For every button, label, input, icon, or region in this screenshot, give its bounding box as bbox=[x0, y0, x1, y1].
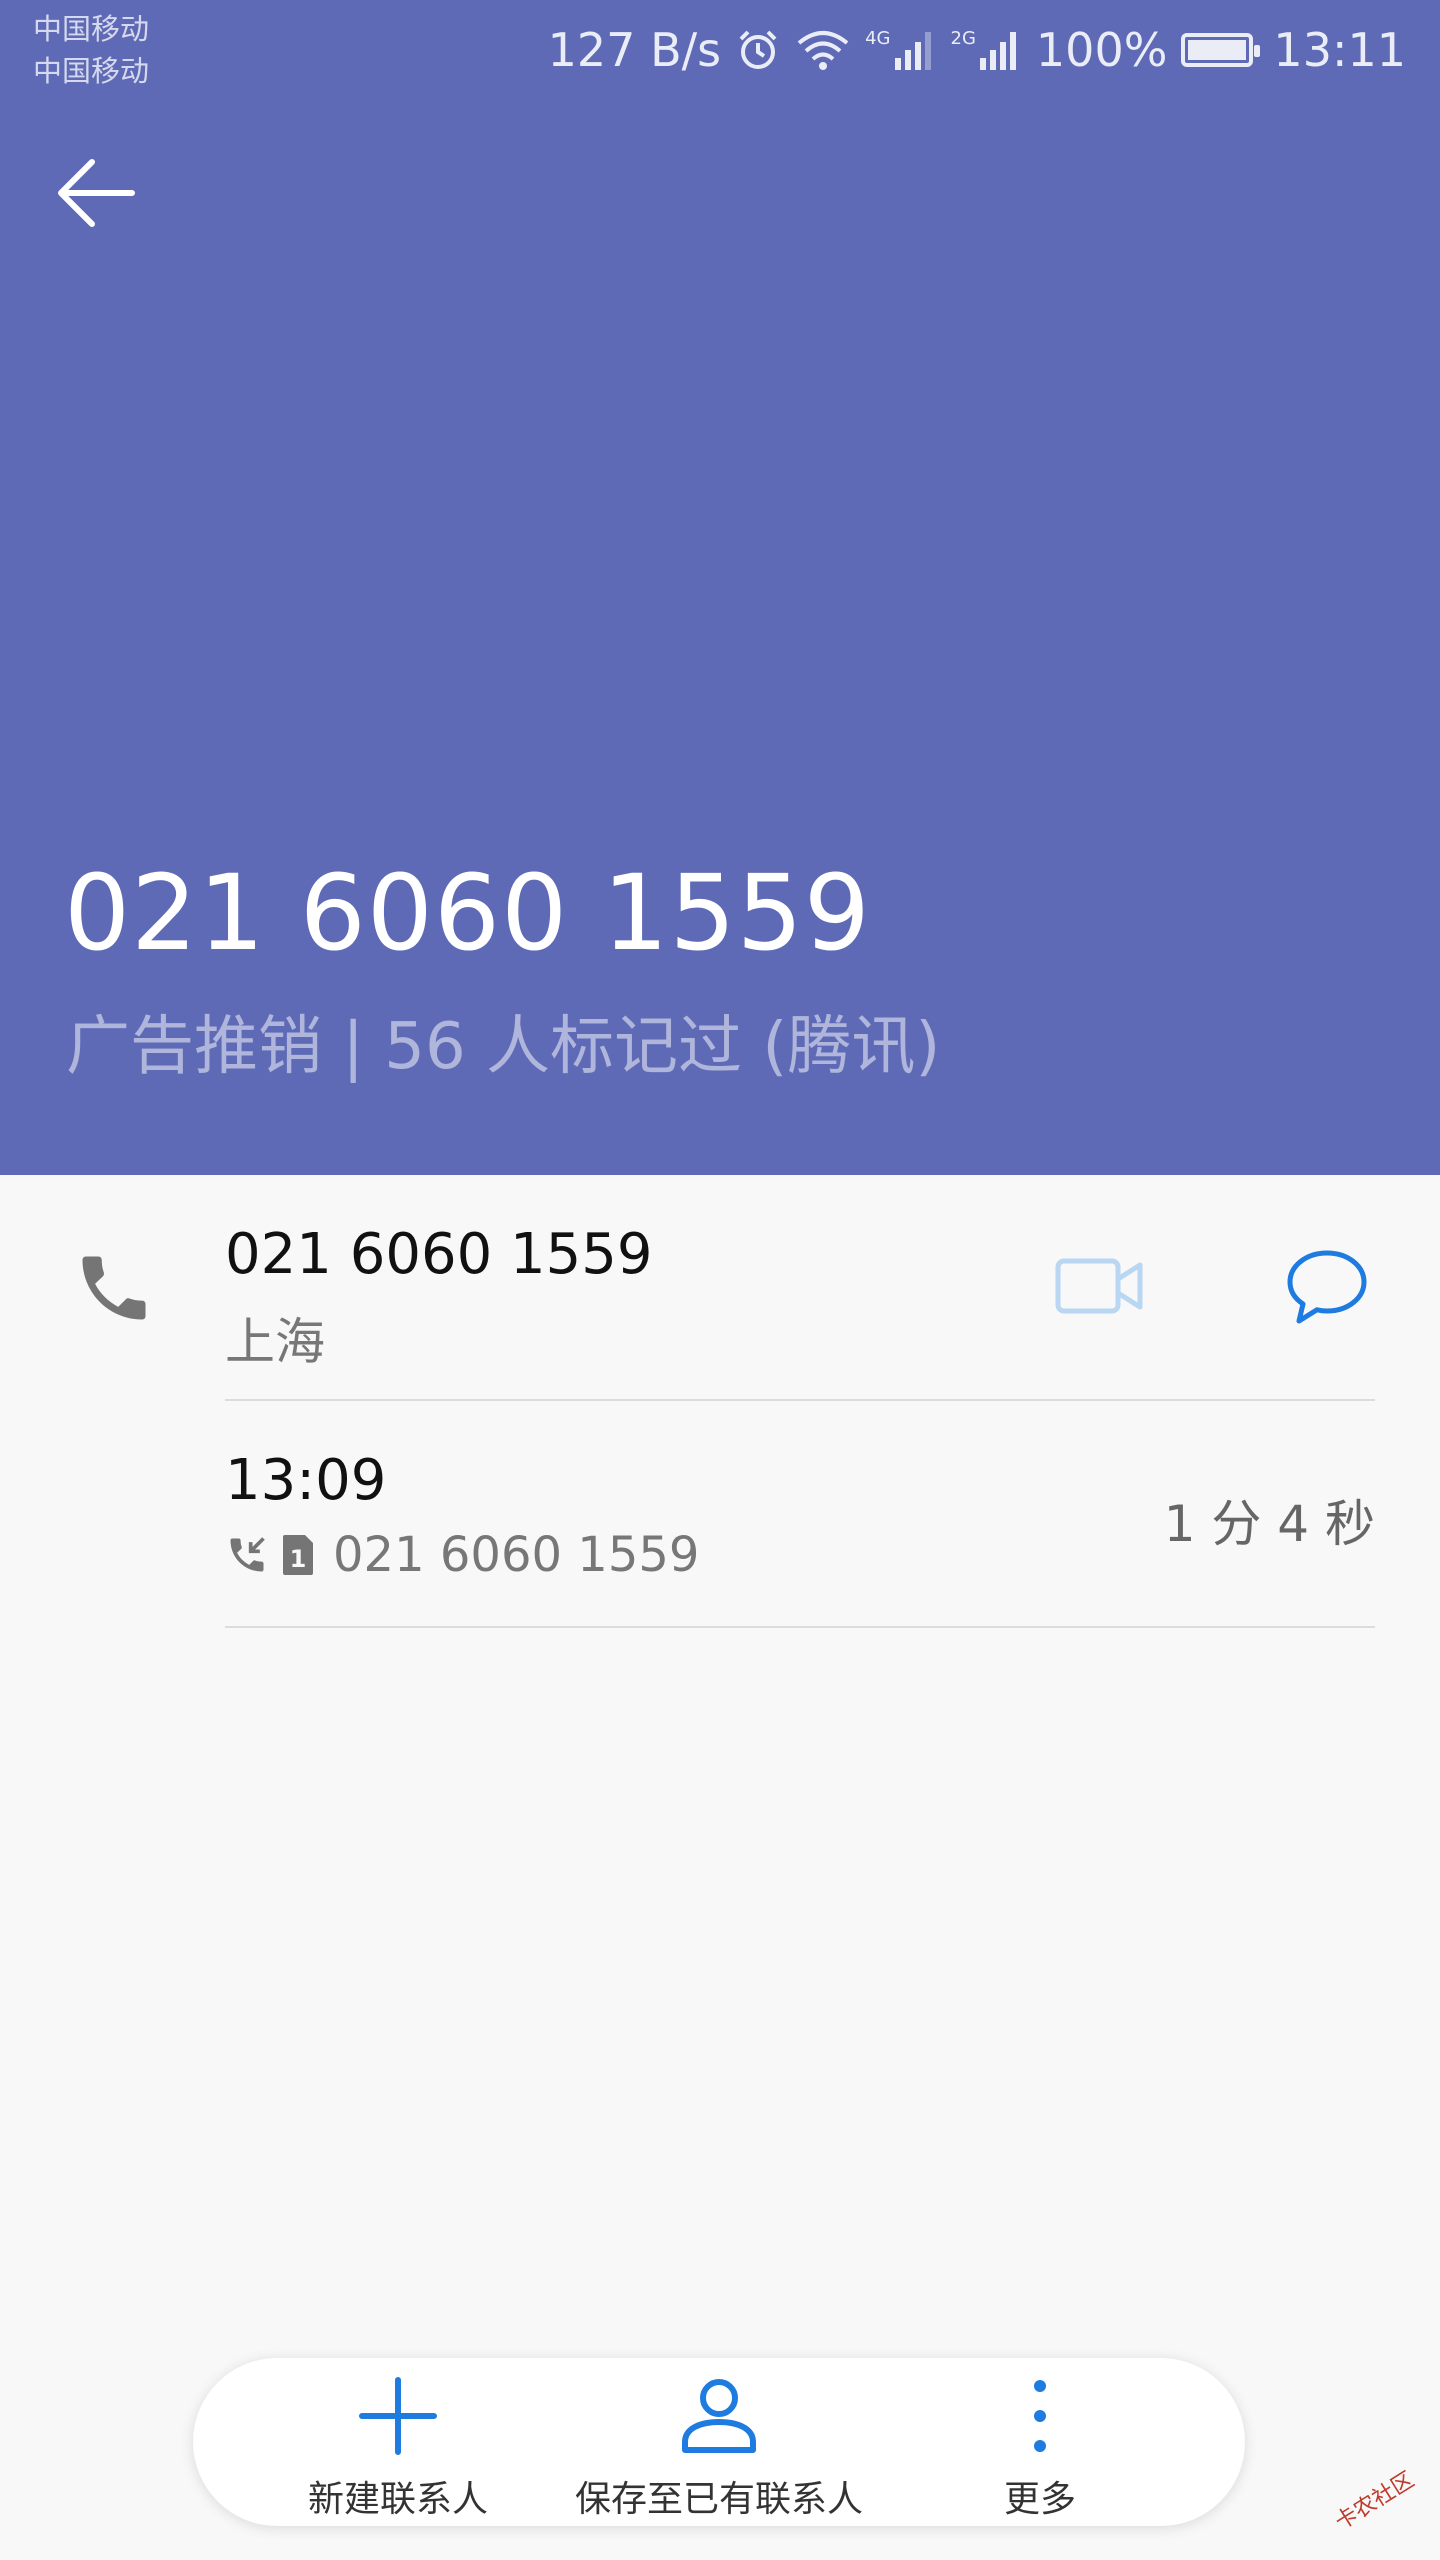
chat-bubble-icon bbox=[1287, 1250, 1367, 1324]
signal-icon bbox=[894, 32, 931, 70]
caller-number-title: 021 6060 1559 bbox=[64, 852, 871, 974]
more-label: 更多 bbox=[1003, 2479, 1076, 2520]
carrier-names: 中国移动 中国移动 bbox=[33, 8, 149, 92]
battery-icon bbox=[1181, 33, 1261, 67]
sim1-signal: 4G bbox=[865, 28, 936, 72]
call-log-time: 13:09 bbox=[225, 1448, 387, 1513]
wifi-icon bbox=[797, 31, 849, 70]
sim2-signal: 2G bbox=[951, 28, 1022, 72]
person-icon bbox=[682, 2379, 756, 2453]
battery-percent: 100% bbox=[1035, 23, 1168, 77]
clock: 13:11 bbox=[1273, 23, 1406, 77]
call-log-detail: 1 021 6060 1559 bbox=[225, 1524, 699, 1586]
carrier-1: 中国移动 bbox=[33, 12, 150, 46]
watermark: 卡农社区 bbox=[1330, 2467, 1419, 2536]
new-contact-label: 新建联系人 bbox=[307, 2479, 488, 2520]
message-button[interactable] bbox=[1285, 1245, 1369, 1329]
sim-card-icon: 1 bbox=[283, 1535, 313, 1575]
call-duration: 1 分 4 秒 bbox=[1163, 1495, 1375, 1553]
carrier-2: 中国移动 bbox=[33, 54, 150, 88]
header: 中国移动 中国移动 127 B/s 4G 2G 100% 13:11 021 6… bbox=[0, 0, 1440, 1175]
alarm-icon bbox=[739, 30, 777, 69]
phone-icon bbox=[82, 1256, 146, 1320]
contact-number[interactable]: 021 6060 1559 bbox=[225, 1222, 653, 1287]
sim-number: 1 bbox=[290, 1545, 307, 1573]
video-call-button[interactable] bbox=[1055, 1255, 1145, 1319]
save-to-existing-button[interactable]: 保存至已有联系人 bbox=[559, 2358, 879, 2526]
signal-icon bbox=[979, 32, 1016, 70]
call-log-number: 021 6060 1559 bbox=[333, 1527, 700, 1583]
divider bbox=[225, 1399, 1375, 1401]
sim2-network-type: 2G bbox=[950, 28, 976, 49]
sim1-network-type: 4G bbox=[865, 28, 891, 49]
status-bar: 中国移动 中国移动 127 B/s 4G 2G 100% 13:11 bbox=[0, 0, 1440, 100]
more-button[interactable]: 更多 bbox=[880, 2358, 1200, 2526]
status-indicators: 127 B/s 4G 2G 100% 13:11 bbox=[548, 22, 1406, 78]
arrow-left-icon bbox=[58, 159, 135, 227]
bottom-action-bar: 新建联系人 保存至已有联系人 更多 bbox=[193, 2358, 1245, 2526]
divider bbox=[225, 1626, 1375, 1628]
incoming-call-icon bbox=[230, 1537, 265, 1572]
spam-tag: 广告推销 | 56 人标记过 (腾讯) bbox=[66, 1010, 941, 1084]
net-speed: 127 B/s bbox=[547, 23, 722, 77]
more-vertical-icon bbox=[1034, 2380, 1046, 2452]
new-contact-button[interactable]: 新建联系人 bbox=[238, 2358, 558, 2526]
plus-icon bbox=[359, 2377, 437, 2455]
back-button[interactable] bbox=[40, 140, 150, 250]
video-camera-icon bbox=[1055, 1258, 1143, 1314]
contact-location: 上海 bbox=[225, 1313, 325, 1371]
save-to-existing-label: 保存至已有联系人 bbox=[574, 2479, 863, 2520]
